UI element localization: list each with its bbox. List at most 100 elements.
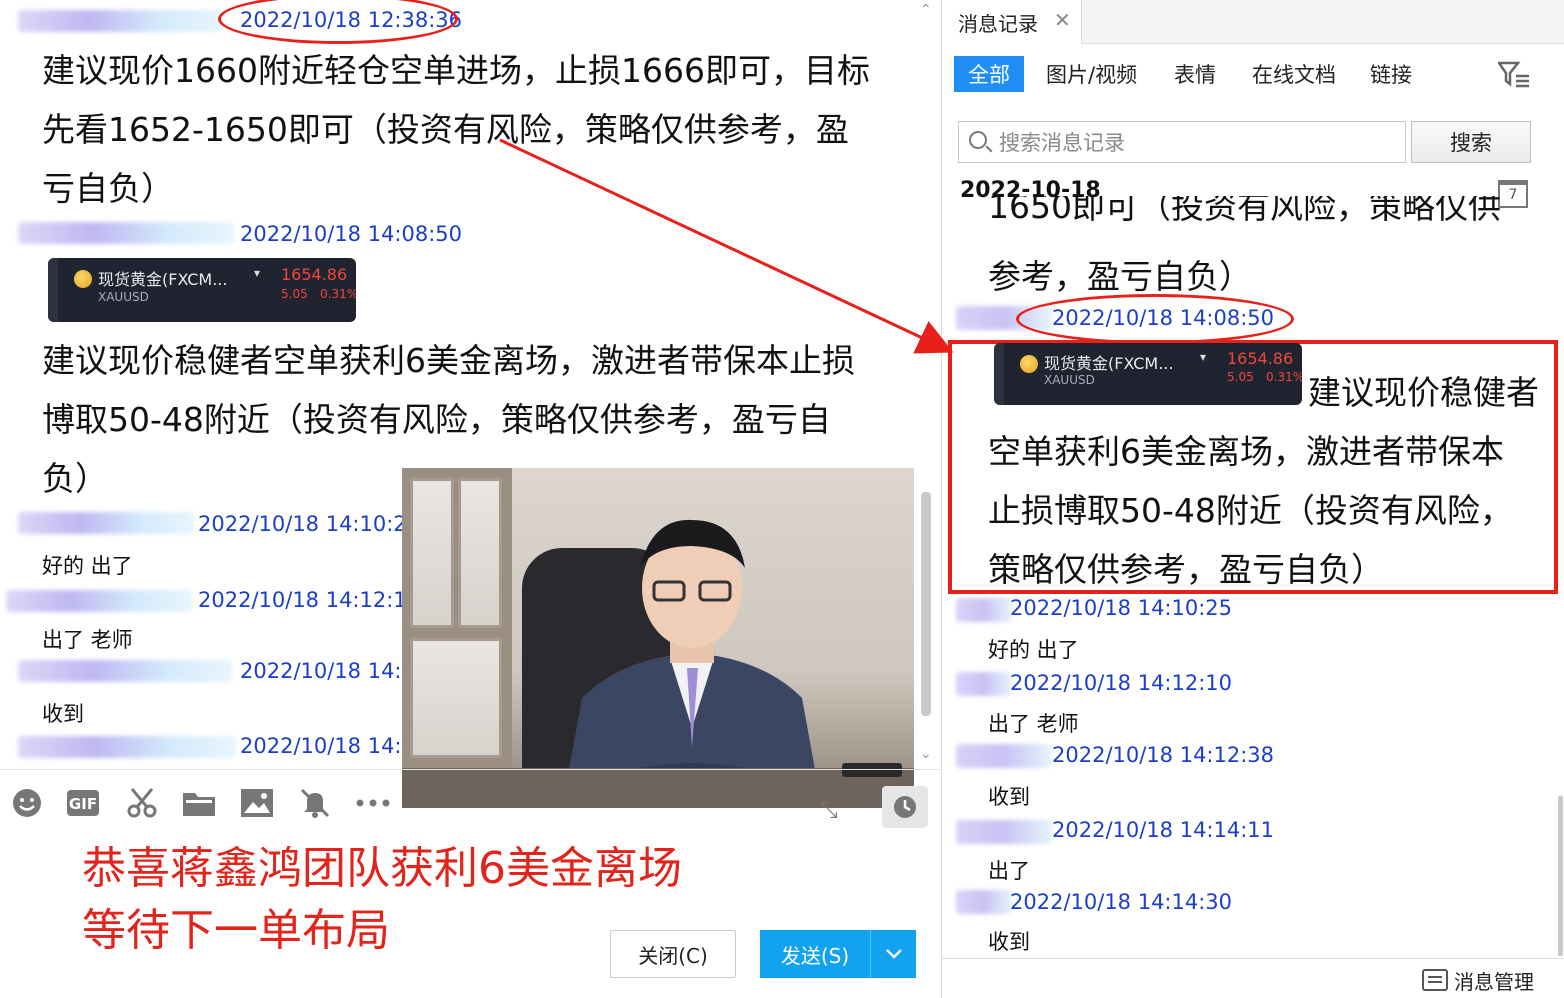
message-line: 博取50-48附近（投资有风险，策略仅供参考，盈亏自 xyxy=(42,400,831,439)
cabinet-glass xyxy=(410,638,502,758)
caret-down-icon: ▾ xyxy=(1200,350,1207,364)
filter-links[interactable]: 链接 xyxy=(1356,56,1426,92)
person-figure xyxy=(562,519,822,808)
send-button[interactable]: 发送(S) xyxy=(760,930,870,978)
message-timestamp: 2022/10/18 14:12:10 xyxy=(1010,671,1233,695)
filter-media[interactable]: 图片/视频 xyxy=(1032,56,1151,92)
message-text: 出了 老师 xyxy=(988,712,1079,736)
image-icon[interactable] xyxy=(240,786,274,820)
sender-name-blurred xyxy=(956,598,1012,622)
search-button[interactable]: 搜索 xyxy=(1411,121,1531,163)
message-timestamp: 2022/10/18 14:12:10 xyxy=(198,588,421,612)
history-scrollbar[interactable] xyxy=(1558,796,1563,956)
search-field[interactable] xyxy=(958,121,1406,163)
message-history-panel: 消息记录 ✕ 全部 图片/视频 表情 在线文档 链接 搜索 2022-10-18… xyxy=(941,0,1564,998)
sender-name-blurred xyxy=(956,890,1012,914)
gold-coin-icon xyxy=(74,270,92,288)
mute-bell-icon[interactable] xyxy=(298,786,332,820)
message-text: 收到 xyxy=(988,785,1030,809)
history-clock-icon[interactable] xyxy=(882,786,928,828)
folder-icon[interactable] xyxy=(182,786,216,820)
chat-bubble-icon xyxy=(1422,969,1448,991)
scroll-up-icon[interactable]: ⌃ xyxy=(920,2,932,18)
gif-icon[interactable]: GIF xyxy=(66,786,100,820)
sender-name-blurred xyxy=(18,10,222,32)
message-line: 空单获利6美金离场，激进者带保本 xyxy=(988,432,1504,471)
message-manager-label: 消息管理 xyxy=(1454,969,1534,994)
message-timestamp: 2022/10/18 14:14:30 xyxy=(1010,890,1233,914)
gold-quote-card[interactable]: 现货黄金(FXCM... ▾ XAUUSD 1654.86 5.05 0.31% xyxy=(994,343,1302,405)
more-icon[interactable] xyxy=(356,786,390,820)
cabinet-glass xyxy=(458,478,502,628)
sender-name-blurred xyxy=(18,222,234,244)
chat-message-text: 出了 老师 xyxy=(42,628,133,652)
message-timestamp: 2022/10/18 14:08:50 xyxy=(240,222,463,246)
quote-price: 1654.86 xyxy=(1227,349,1294,368)
tab-label: 消息记录 xyxy=(958,12,1038,36)
filter-stickers[interactable]: 表情 xyxy=(1160,56,1230,92)
message-text: 好的 出了 xyxy=(988,638,1079,662)
calendar-icon[interactable]: 7 xyxy=(1498,180,1528,208)
instrument-symbol: XAUUSD xyxy=(1044,373,1095,387)
tab-message-history[interactable]: 消息记录 ✕ xyxy=(942,0,1082,44)
divider xyxy=(942,958,1564,959)
filter-all[interactable]: 全部 xyxy=(954,56,1024,92)
sender-name-blurred xyxy=(18,512,194,534)
message-text: 出了 xyxy=(988,859,1030,883)
message-line: 策略仅供参考，盈亏自负） xyxy=(988,550,1384,589)
gold-coin-icon xyxy=(1020,355,1038,373)
chat-window: 2022/10/18 12:38:36 建议现价1660附近轻仓空单进场，止损1… xyxy=(0,0,940,998)
message-manager-button[interactable]: 消息管理 xyxy=(1422,966,1534,994)
message-timestamp: 2022/10/18 14:10:25 xyxy=(198,512,421,536)
chat-scrollbar[interactable] xyxy=(921,492,931,716)
card-edge xyxy=(994,343,1004,405)
message-line: 止损博取50-48附近（投资有风险， xyxy=(988,491,1513,530)
emoji-icon[interactable] xyxy=(10,786,44,820)
annotation-line: 恭喜蒋鑫鸿团队获利6美金离场 xyxy=(82,843,682,894)
sender-name-blurred xyxy=(6,590,192,612)
chat-message-text: 好的 出了 xyxy=(42,554,133,578)
message-timestamp: 2022/10/18 14:10:25 xyxy=(1010,596,1233,620)
search-input[interactable] xyxy=(999,128,1389,158)
card-edge xyxy=(48,258,58,322)
filter-online-docs[interactable]: 在线文档 xyxy=(1238,56,1350,92)
instrument-symbol: XAUUSD xyxy=(98,290,149,304)
instrument-name: 现货黄金(FXCM... xyxy=(98,270,228,289)
expand-icon[interactable]: ⤡ xyxy=(820,798,844,823)
scroll-down-icon[interactable]: ⌄ xyxy=(920,746,932,762)
quote-change-percent: 0.31% xyxy=(1266,370,1302,384)
message-timestamp: 2022/10/18 14:12:38 xyxy=(1052,743,1275,767)
sender-name-blurred xyxy=(18,660,232,682)
sender-name-blurred xyxy=(18,736,236,758)
keyboard xyxy=(842,763,902,777)
partial-message-line: 1650即可（投资有风险，策略仅供 xyxy=(988,196,1501,226)
close-button[interactable]: 关闭(C) xyxy=(610,930,736,978)
close-icon[interactable]: ✕ xyxy=(1054,8,1071,32)
quote-change-percent: 0.31% xyxy=(320,287,356,301)
message-timestamp: 2022/10/18 14:14:11 xyxy=(1052,818,1275,842)
svg-text:GIF: GIF xyxy=(69,795,97,813)
message-text: 收到 xyxy=(988,930,1030,954)
message-line: 建议现价1660附近轻仓空单进场，止损1666即可，目标 xyxy=(42,51,870,90)
annotation-text: 恭喜蒋鑫鸿团队获利6美金离场 等待下一单布局 xyxy=(82,838,682,962)
search-icon xyxy=(969,131,987,149)
scissors-icon[interactable] xyxy=(125,786,159,820)
annotation-oval xyxy=(218,0,458,44)
person-photo xyxy=(402,468,914,808)
quote-price: 1654.86 xyxy=(281,265,348,284)
sender-name-blurred xyxy=(956,820,1052,844)
divider xyxy=(0,769,940,770)
cabinet-glass xyxy=(410,478,454,628)
chat-message-text: 收到 xyxy=(42,702,84,726)
annotation-oval xyxy=(1016,294,1294,344)
gold-quote-card[interactable]: 现货黄金(FXCM... ▾ XAUUSD 1654.86 5.05 0.31% xyxy=(48,258,356,322)
message-line: 参考，盈亏自负） xyxy=(988,257,1252,296)
send-options-chevron-icon[interactable] xyxy=(870,930,916,978)
message-line: 建议现价稳健者空单获利6美金离场，激进者带保本止损 xyxy=(42,341,855,380)
message-line: 建议现价稳健者 xyxy=(1308,373,1539,412)
chat-message-text: 建议现价1660附近轻仓空单进场，止损1666即可，目标 先看1652-1650… xyxy=(42,41,922,218)
caret-down-icon: ▾ xyxy=(254,266,261,280)
panel-tabbar: 消息记录 ✕ xyxy=(942,0,1564,44)
sender-name-blurred xyxy=(956,672,1012,696)
filter-settings-icon[interactable] xyxy=(1496,60,1530,90)
